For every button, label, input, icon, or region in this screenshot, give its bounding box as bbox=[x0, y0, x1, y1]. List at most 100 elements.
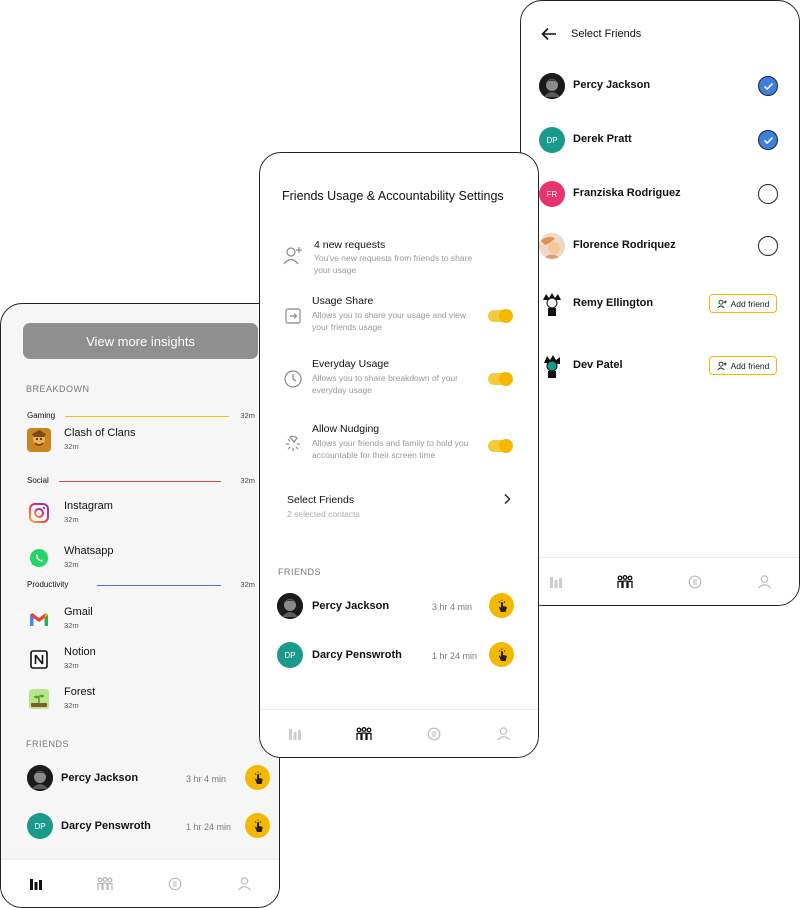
usage-bar bbox=[59, 481, 221, 483]
requests-title: 4 new requests bbox=[314, 239, 386, 251]
whatsapp-icon bbox=[27, 546, 51, 570]
friend-time: 3 hr 4 min bbox=[186, 774, 227, 784]
nav-profile[interactable] bbox=[488, 719, 518, 749]
app-name: Instagram bbox=[64, 500, 113, 512]
app-row-instagram[interactable]: Instagram 32m bbox=[27, 499, 255, 527]
bar-chart-icon bbox=[288, 728, 301, 740]
friend-name: Percy Jackson bbox=[61, 772, 139, 784]
friend-row[interactable]: DP Darcy Penswroth 1 hr 24 min bbox=[260, 639, 538, 671]
app-row-gmail[interactable]: Gmail 32m bbox=[27, 605, 255, 633]
category-time: 32m bbox=[240, 476, 255, 485]
everyday-usage-toggle[interactable] bbox=[488, 372, 513, 386]
friend-time: 1 hr 24 min bbox=[432, 651, 478, 661]
contact-name: Derek Pratt bbox=[573, 133, 632, 145]
allow-nudging-toggle[interactable] bbox=[488, 439, 513, 453]
nav-insights[interactable] bbox=[541, 567, 571, 597]
add-friend-label: Add friend bbox=[730, 298, 770, 309]
nav-timer[interactable] bbox=[419, 719, 449, 749]
unselected-checkbox[interactable] bbox=[758, 184, 778, 204]
user-icon bbox=[237, 877, 251, 891]
bottom-nav bbox=[521, 557, 799, 605]
people-icon bbox=[617, 574, 633, 588]
unselected-checkbox[interactable] bbox=[758, 236, 778, 256]
avatar-initials: DP bbox=[546, 135, 558, 145]
share-icon bbox=[285, 308, 301, 324]
nav-timer[interactable] bbox=[680, 567, 710, 597]
back-arrow-icon[interactable] bbox=[541, 27, 557, 41]
nudge-button[interactable] bbox=[489, 593, 514, 618]
nav-insights[interactable] bbox=[21, 869, 51, 899]
friend-name: Darcy Penswroth bbox=[61, 820, 151, 832]
friend-row[interactable]: Percy Jackson 3 hr 4 min bbox=[1, 762, 279, 794]
bottom-nav bbox=[1, 859, 279, 907]
setting-desc: Allows you to share breakdown of your ev… bbox=[312, 373, 458, 395]
nav-timer[interactable] bbox=[160, 869, 190, 899]
list-circle-icon bbox=[427, 727, 441, 740]
nudge-button[interactable] bbox=[245, 765, 270, 790]
avatar bbox=[539, 233, 565, 259]
app-row-clash-of-clans[interactable]: Clash of Clans 32m bbox=[27, 426, 255, 454]
app-row-forest[interactable]: Forest 32m bbox=[27, 685, 255, 713]
contact-row[interactable]: Remy Ellington Add friend bbox=[521, 289, 799, 319]
contact-row[interactable]: Dev Patel Add friend bbox=[521, 351, 799, 381]
usage-share-toggle[interactable] bbox=[488, 309, 513, 323]
avatar: FR bbox=[539, 181, 565, 207]
category-name: Productivity bbox=[27, 580, 69, 589]
friends-label: FRIENDS bbox=[278, 567, 322, 577]
people-icon bbox=[356, 726, 372, 740]
selected-checkbox[interactable] bbox=[758, 130, 778, 150]
contact-name: Remy Ellington bbox=[573, 297, 654, 309]
category-name: Social bbox=[27, 476, 49, 485]
tap-icon bbox=[254, 819, 263, 832]
app-row-notion[interactable]: Notion 32m bbox=[27, 645, 255, 673]
nav-friends[interactable] bbox=[90, 869, 120, 899]
app-name: Clash of Clans bbox=[64, 427, 136, 439]
loading-icon bbox=[286, 435, 300, 451]
user-icon bbox=[757, 575, 771, 589]
nav-profile[interactable] bbox=[749, 567, 779, 597]
add-friend-button[interactable]: Add friend bbox=[709, 294, 777, 313]
category-time: 32m bbox=[240, 580, 255, 589]
toggle-knob bbox=[499, 309, 513, 323]
friend-row[interactable]: Percy Jackson 3 hr 4 min bbox=[260, 590, 538, 622]
nav-friends[interactable] bbox=[349, 719, 379, 749]
app-time: 32m bbox=[64, 661, 79, 670]
app-time: 32m bbox=[64, 701, 79, 710]
toggle-knob bbox=[499, 439, 513, 453]
select-friends-link[interactable]: Select Friends bbox=[287, 494, 354, 506]
friend-name: Percy Jackson bbox=[312, 600, 390, 612]
friend-row[interactable]: DP Darcy Penswroth 1 hr 24 min bbox=[1, 810, 279, 842]
bar-chart-icon bbox=[29, 878, 42, 890]
add-user-icon bbox=[717, 361, 727, 370]
contact-row[interactable]: Percy Jackson bbox=[521, 71, 799, 101]
contact-name: Florence Rodriquez bbox=[573, 239, 676, 251]
bar-chart-icon bbox=[549, 576, 562, 588]
contact-row[interactable]: FR Franziska Rodriguez bbox=[521, 179, 799, 209]
accountability-settings-screen: Friends Usage & Accountability Settings … bbox=[259, 152, 539, 758]
contact-name: Franziska Rodriguez bbox=[573, 187, 681, 199]
app-row-whatsapp[interactable]: Whatsapp 32m bbox=[27, 544, 255, 572]
nav-profile[interactable] bbox=[229, 869, 259, 899]
tap-icon bbox=[254, 771, 263, 784]
setting-desc: Allows your friends and family to hold y… bbox=[312, 438, 469, 460]
people-icon bbox=[97, 876, 113, 890]
app-name: Gmail bbox=[64, 606, 93, 618]
contact-row[interactable]: DP Derek Pratt bbox=[521, 125, 799, 155]
page-title: Friends Usage & Accountability Settings bbox=[282, 189, 504, 203]
contact-row[interactable]: Florence Rodriquez bbox=[521, 231, 799, 261]
instagram-icon bbox=[27, 501, 51, 525]
friend-time: 3 hr 4 min bbox=[432, 602, 473, 612]
add-friend-button[interactable]: Add friend bbox=[709, 356, 777, 375]
nudge-button[interactable] bbox=[245, 813, 270, 838]
list-circle-icon bbox=[688, 575, 702, 588]
nudge-button[interactable] bbox=[489, 642, 514, 667]
chevron-right-icon[interactable] bbox=[502, 493, 512, 505]
friends-label: FRIENDS bbox=[26, 739, 70, 749]
selected-checkbox[interactable] bbox=[758, 76, 778, 96]
friend-name: Darcy Penswroth bbox=[312, 649, 402, 661]
page-title: Select Friends bbox=[571, 28, 642, 40]
nav-insights[interactable] bbox=[280, 719, 310, 749]
nav-friends[interactable] bbox=[610, 567, 640, 597]
view-more-insights-button[interactable]: View more insights bbox=[23, 323, 258, 359]
app-time: 32m bbox=[64, 515, 79, 524]
